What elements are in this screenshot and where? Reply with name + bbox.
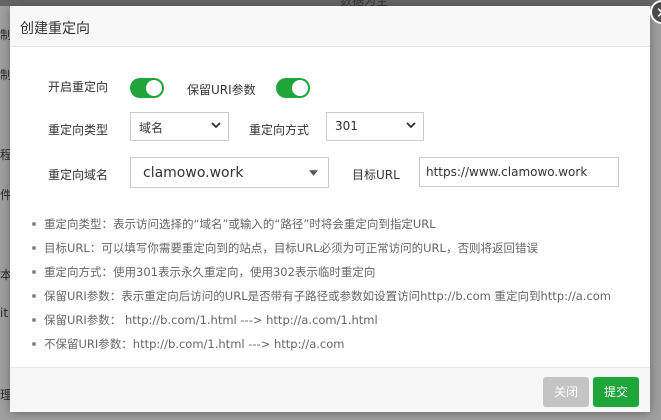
dialog-footer: 关闭 提交 xyxy=(10,367,650,412)
keep-uri-toggle[interactable] xyxy=(276,78,310,98)
target-url-value: https://www.clamowo.work xyxy=(426,165,588,179)
chevron-down-icon xyxy=(406,122,416,129)
redirect-type-value: 域名 xyxy=(139,121,164,135)
help-item: 重定向类型：表示访问选择的“域名”或输入的“路径”时将会重定向到指定URL xyxy=(30,216,611,240)
submit-button[interactable]: 提交 xyxy=(593,377,639,407)
dialog-header: 创建重定向 xyxy=(10,6,650,47)
help-item: 保留URI参数：表示重定向后访问的URL是否带有子路径或参数如设置访问http:… xyxy=(30,288,611,312)
redirect-method-value: 301 xyxy=(335,119,358,133)
toggle-knob xyxy=(146,80,162,96)
target-url-label: 目标URL xyxy=(352,168,400,182)
redirect-domain-label: 重定向域名 xyxy=(48,168,109,182)
help-item: 目标URL：可以填写你需要重定向到的站点，目标URL必须为可正常访问的URL，否… xyxy=(30,240,611,264)
redirect-domain-select[interactable]: clamowo.work xyxy=(130,157,329,188)
help-item: 保留URI参数： http://b.com/1.html ---> http:/… xyxy=(30,312,611,336)
keep-uri-label: 保留URI参数 xyxy=(187,83,256,97)
help-item: 重定向方式：使用301表示永久重定向，使用302表示临时重定向 xyxy=(30,264,611,288)
redirect-type-label: 重定向类型 xyxy=(48,123,109,137)
redirect-type-select[interactable]: 域名 xyxy=(130,112,229,141)
dialog-title: 创建重定向 xyxy=(20,21,90,37)
target-url-input[interactable]: https://www.clamowo.work xyxy=(419,157,619,187)
redirect-domain-value: clamowo.work xyxy=(143,165,244,181)
enable-redirect-toggle[interactable] xyxy=(130,78,164,98)
help-list: 重定向类型：表示访问选择的“域名”或输入的“路径”时将会重定向到指定URL 目标… xyxy=(30,216,611,360)
redirect-method-label: 重定向方式 xyxy=(249,123,310,137)
help-item: 不保留URI参数：http://b.com/1.html ---> http:/… xyxy=(30,336,611,360)
caret-down-icon xyxy=(309,170,318,176)
chevron-down-icon xyxy=(211,122,221,129)
toggle-knob xyxy=(292,80,308,96)
create-redirect-dialog: 创建重定向 ✕ 开启重定向 保留URI参数 重定向类型 域名 重定向方式 301… xyxy=(10,0,661,412)
enable-redirect-label: 开启重定向 xyxy=(48,80,109,94)
close-button[interactable]: 关闭 xyxy=(543,377,589,407)
redirect-method-select[interactable]: 301 xyxy=(326,112,424,141)
